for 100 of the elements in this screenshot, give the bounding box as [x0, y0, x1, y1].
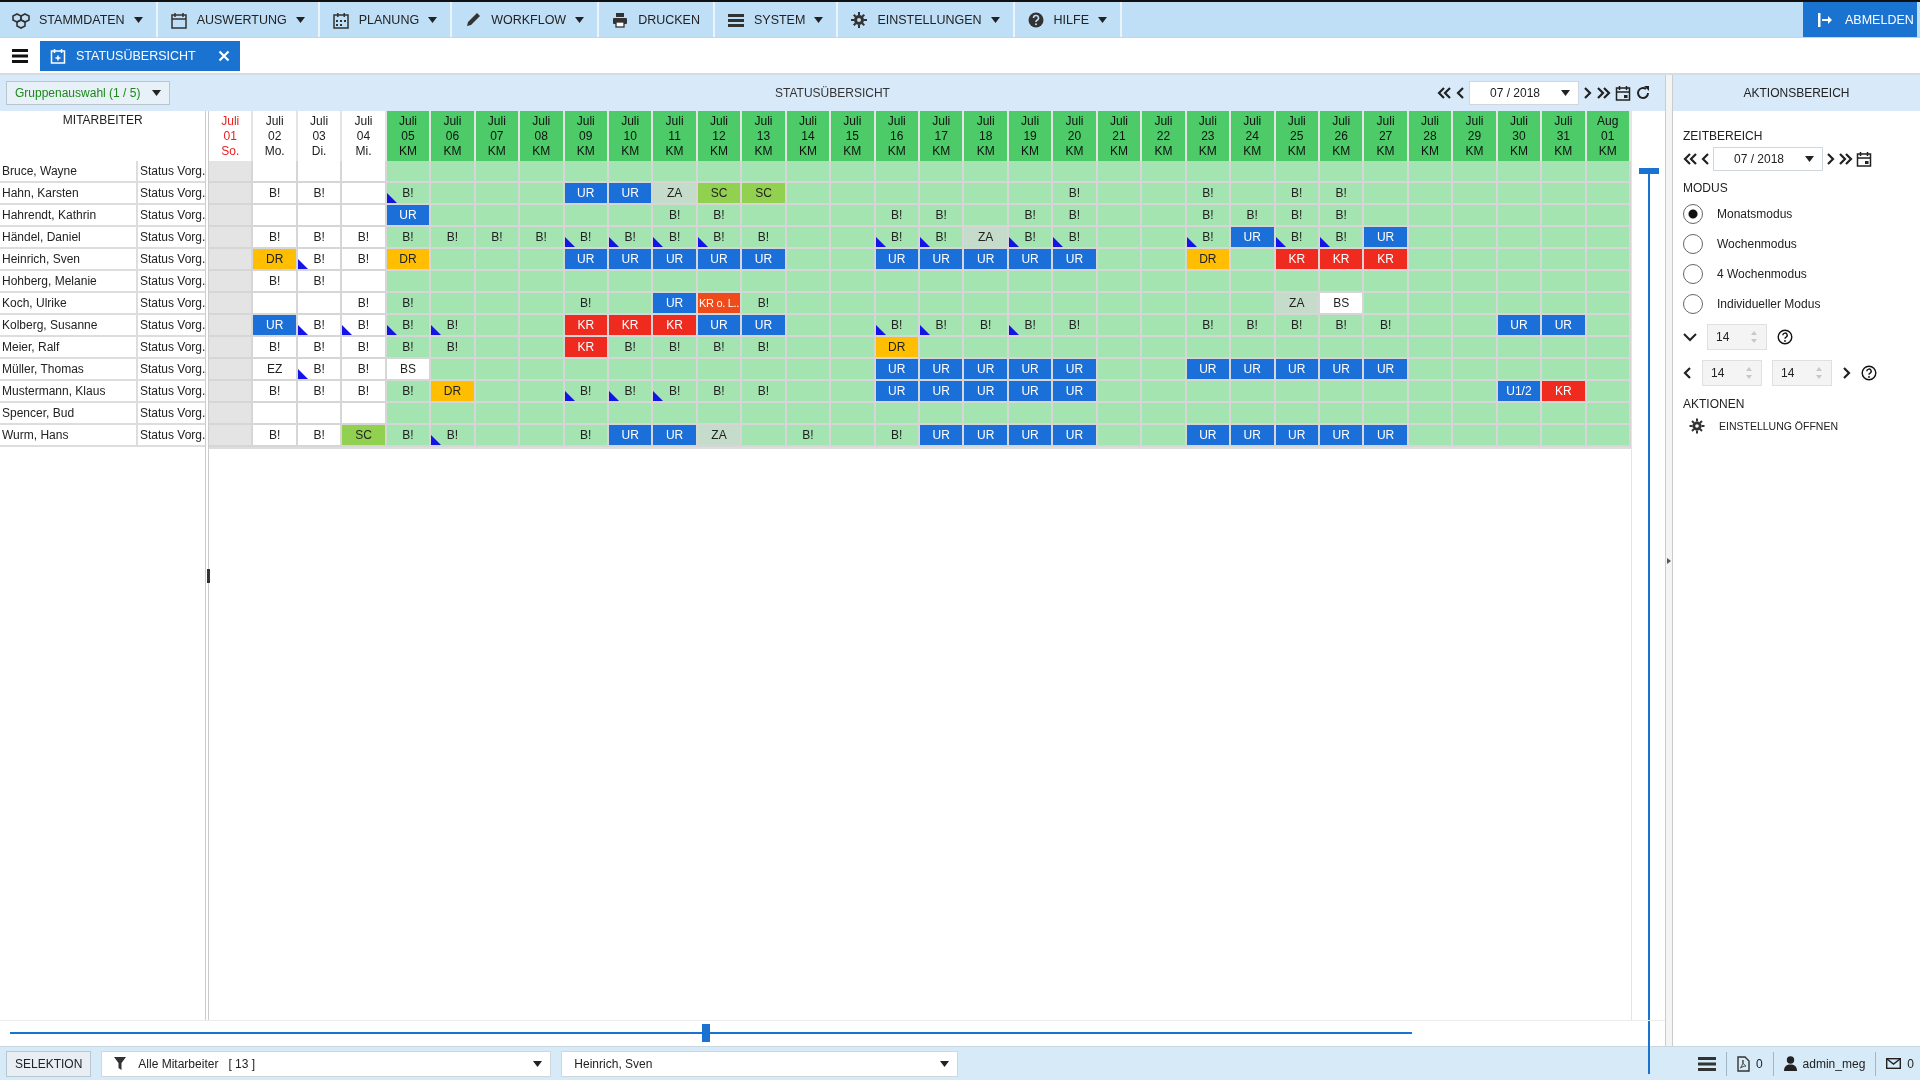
- day-cell[interactable]: B!: [564, 227, 609, 249]
- status-code[interactable]: UR: [564, 183, 607, 203]
- status-code[interactable]: B!: [313, 384, 325, 398]
- day-cell[interactable]: B!: [342, 293, 387, 315]
- day-cell[interactable]: B!: [1008, 227, 1054, 249]
- status-code[interactable]: KR: [1275, 249, 1318, 269]
- period-dropdown[interactable]: 07 / 2018: [1469, 81, 1579, 105]
- status-code[interactable]: UR: [653, 425, 696, 445]
- number-field[interactable]: 14: [1707, 324, 1767, 350]
- status-code[interactable]: B!: [713, 208, 725, 222]
- status-code[interactable]: B!: [935, 318, 947, 332]
- day-cell[interactable]: B!: [1364, 315, 1409, 337]
- employee-name[interactable]: Hahrendt, Kathrin: [0, 205, 138, 225]
- selection-button[interactable]: SELEKTION: [6, 1050, 92, 1077]
- status-code[interactable]: UR: [875, 249, 918, 269]
- day-cell[interactable]: B!: [342, 315, 387, 337]
- status-code[interactable]: B!: [757, 230, 770, 244]
- status-code[interactable]: UR: [920, 425, 963, 445]
- status-code[interactable]: B!: [402, 384, 414, 398]
- status-code[interactable]: KR: [564, 337, 607, 357]
- radio-label[interactable]: 4 Wochenmodus: [1717, 267, 1807, 281]
- status-code[interactable]: B!: [357, 340, 370, 354]
- status-code[interactable]: UR: [964, 381, 1007, 401]
- day-cell[interactable]: EZ: [253, 359, 298, 381]
- day-cell[interactable]: B!: [253, 183, 298, 205]
- employee-name[interactable]: Müller, Thomas: [0, 359, 138, 379]
- status-code[interactable]: B!: [402, 230, 414, 244]
- status-code[interactable]: UR: [653, 293, 696, 313]
- status-code[interactable]: B!: [580, 384, 592, 398]
- day-cell[interactable]: B!: [342, 381, 387, 403]
- status-code[interactable]: B!: [1246, 208, 1258, 222]
- status-code[interactable]: EZ: [267, 362, 283, 376]
- status-code[interactable]: UR: [1231, 425, 1274, 445]
- status-code[interactable]: UR: [608, 425, 652, 445]
- status-code[interactable]: B!: [668, 384, 681, 398]
- day-cell[interactable]: B!: [1053, 315, 1098, 337]
- status-code[interactable]: UR: [1008, 249, 1052, 269]
- day-cell[interactable]: B!: [1186, 227, 1232, 249]
- status-code[interactable]: UR: [1319, 425, 1363, 445]
- employee-name[interactable]: Meier, Ralf: [0, 337, 138, 357]
- day-cell[interactable]: B!: [1319, 205, 1365, 227]
- status-code[interactable]: UR: [1008, 359, 1052, 379]
- day-cell[interactable]: B!: [564, 293, 609, 315]
- status-code[interactable]: B!: [624, 384, 636, 398]
- day-cell[interactable]: B!: [386, 227, 432, 249]
- status-code[interactable]: B!: [1024, 318, 1036, 332]
- day-cell[interactable]: B!: [1275, 315, 1320, 337]
- employee-name[interactable]: Hahn, Karsten: [0, 183, 138, 203]
- radio-label[interactable]: Wochenmodus: [1717, 237, 1797, 251]
- employee-name[interactable]: Koch, Ulrike: [0, 293, 138, 313]
- status-code[interactable]: B!: [491, 230, 503, 244]
- status-code[interactable]: UR: [1053, 359, 1096, 379]
- status-code[interactable]: UR: [564, 249, 607, 269]
- day-cell[interactable]: B!: [386, 183, 432, 205]
- status-code[interactable]: KR: [1364, 249, 1407, 269]
- day-cell[interactable]: B!: [297, 249, 343, 271]
- status-code[interactable]: B!: [891, 230, 903, 244]
- status-code[interactable]: B!: [668, 208, 681, 222]
- action-link[interactable]: EINSTELLUNG ÖFFNEN: [1683, 415, 1910, 437]
- number-field[interactable]: 14: [1772, 360, 1832, 386]
- day-cell[interactable]: B!: [608, 337, 654, 359]
- status-code[interactable]: B!: [313, 186, 325, 200]
- status-code[interactable]: B!: [357, 384, 370, 398]
- day-cell[interactable]: B!: [742, 337, 787, 359]
- status-code[interactable]: ZA: [1275, 293, 1318, 313]
- day-cell[interactable]: B!: [786, 425, 832, 447]
- status-code[interactable]: DR: [253, 249, 296, 269]
- menu-item[interactable]: DRUCKEN: [599, 2, 715, 37]
- status-code[interactable]: UR: [875, 381, 918, 401]
- day-cell[interactable]: B!: [1319, 227, 1365, 249]
- status-code[interactable]: B!: [313, 274, 325, 288]
- status-code[interactable]: B!: [269, 384, 281, 398]
- day-cell[interactable]: B!: [520, 227, 565, 249]
- radio-label[interactable]: Individueller Modus: [1717, 297, 1821, 311]
- day-cell[interactable]: B!: [653, 227, 698, 249]
- status-code[interactable]: UR: [386, 205, 430, 225]
- day-cell[interactable]: B!: [297, 381, 343, 403]
- day-cell[interactable]: B!: [608, 381, 654, 403]
- status-code[interactable]: SC: [342, 425, 385, 445]
- status-code[interactable]: B!: [357, 362, 370, 376]
- day-cell[interactable]: B!: [386, 337, 432, 359]
- day-cell[interactable]: B!: [564, 425, 609, 447]
- status-code[interactable]: UR: [1008, 381, 1052, 401]
- user-menu[interactable]: admin_meg: [1783, 1056, 1866, 1071]
- status-code[interactable]: B!: [1024, 230, 1036, 244]
- day-cell[interactable]: B!: [342, 337, 387, 359]
- status-code[interactable]: B!: [757, 340, 770, 354]
- day-cell[interactable]: B!: [875, 425, 920, 447]
- status-code[interactable]: B!: [1068, 318, 1081, 332]
- status-code[interactable]: UR: [1364, 425, 1407, 445]
- day-cell[interactable]: B!: [1319, 315, 1365, 337]
- menu-item[interactable]: EINSTELLUNGEN: [838, 2, 1015, 37]
- status-code[interactable]: DR: [1186, 249, 1230, 269]
- status-code[interactable]: ZA: [697, 425, 741, 445]
- employee-name[interactable]: Händel, Daniel: [0, 227, 138, 247]
- status-code[interactable]: BS: [1319, 293, 1363, 313]
- status-code[interactable]: B!: [1202, 208, 1214, 222]
- status-code[interactable]: DR: [431, 381, 474, 401]
- status-code[interactable]: KR o. L..: [697, 293, 741, 313]
- filter-dropdown[interactable]: Alle Mitarbeiter [ 13 ]: [101, 1050, 552, 1077]
